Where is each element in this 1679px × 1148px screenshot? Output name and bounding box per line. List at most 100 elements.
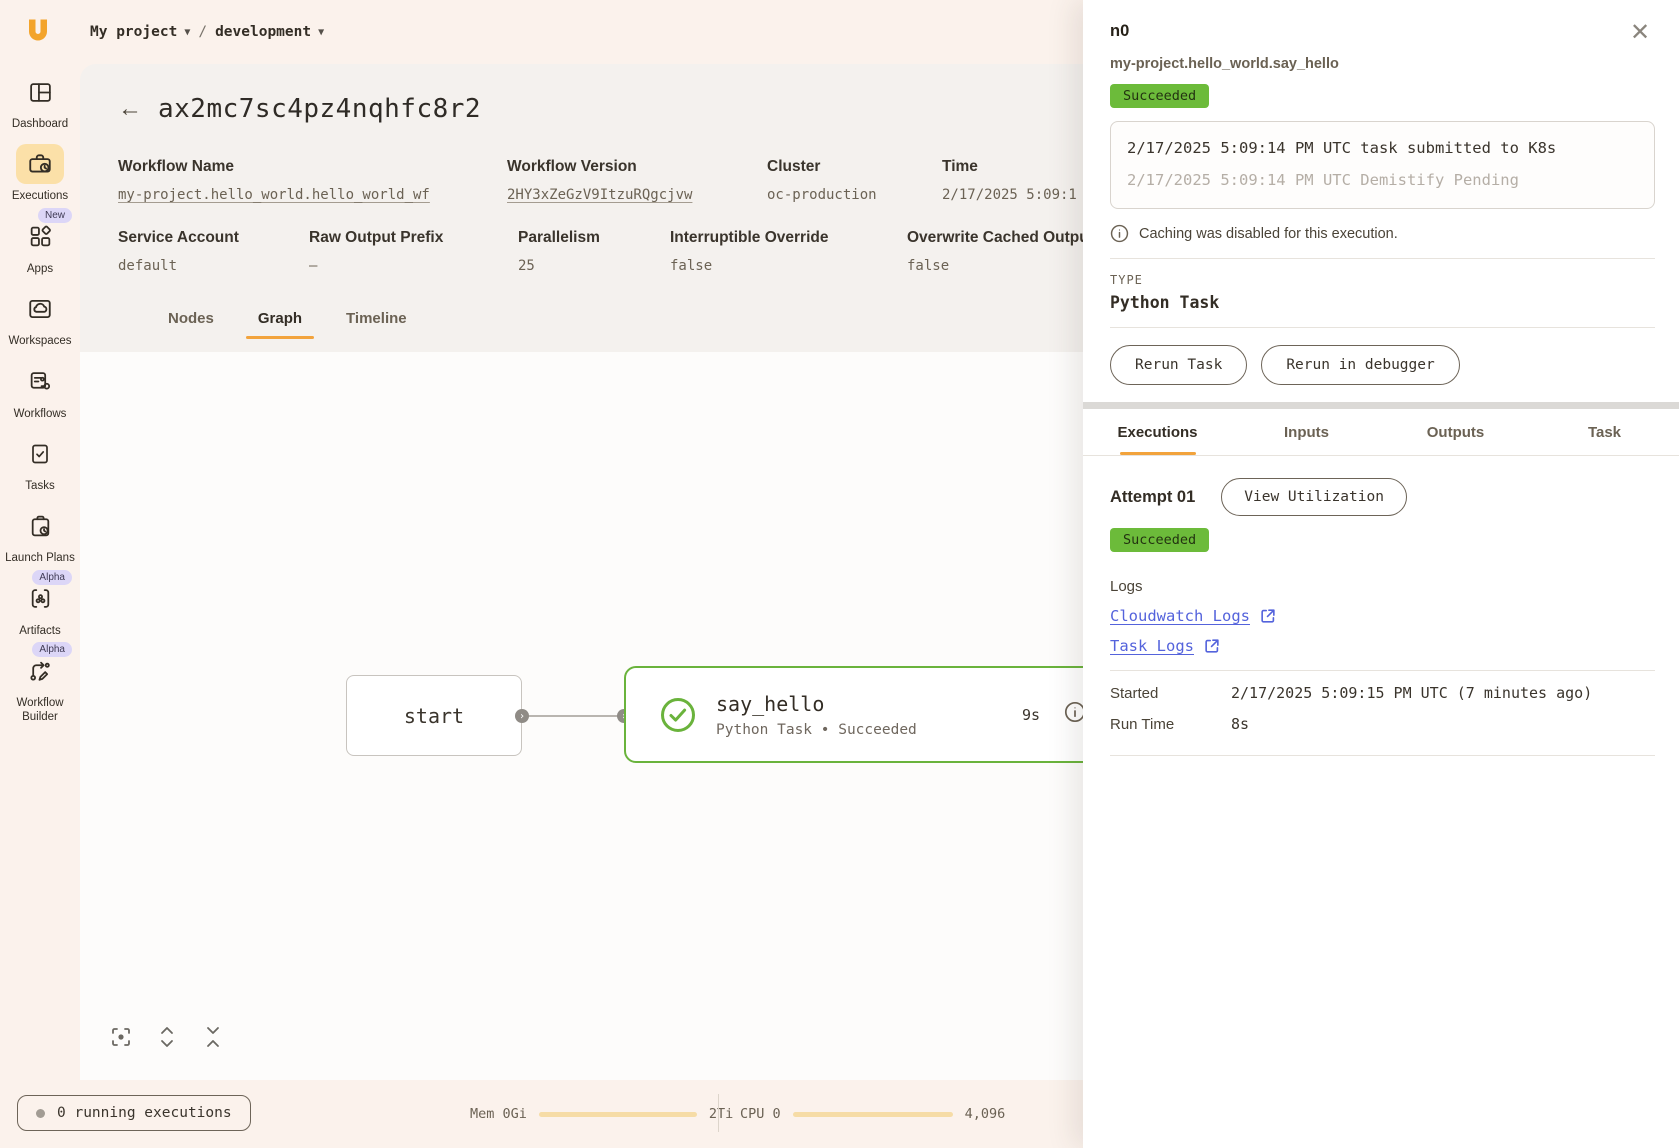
memory-gauge-label: Mem 0Gi — [470, 1106, 527, 1122]
task-node-title: say_hello — [716, 692, 917, 716]
apps-icon — [28, 224, 53, 249]
task-duration: 9s — [1022, 706, 1040, 724]
cloudwatch-logs-link[interactable]: Cloudwatch Logs — [1110, 607, 1655, 625]
workflow-builder-icon — [28, 659, 53, 684]
task-logs-link[interactable]: Task Logs — [1110, 637, 1655, 655]
cpu-gauge-max: 4,096 — [965, 1106, 1006, 1122]
tab-timeline[interactable]: Timeline — [324, 300, 429, 339]
workflows-icon — [28, 369, 53, 394]
union-logo-icon[interactable] — [22, 15, 54, 47]
info-icon — [1110, 224, 1129, 243]
sidebar-item-workflows[interactable]: Workflows — [0, 362, 80, 421]
tab-outputs[interactable]: Outputs — [1381, 409, 1530, 455]
memory-gauge-track — [539, 1112, 697, 1117]
started-row: Started 2/17/2025 5:09:15 PM UTC (7 minu… — [1110, 684, 1655, 702]
parallelism-value: 25 — [518, 258, 670, 274]
sidebar-item-executions[interactable]: Executions — [0, 144, 80, 203]
divider — [1110, 327, 1655, 328]
detail-label: Overwrite Cached Outputs — [907, 229, 1103, 247]
back-button[interactable]: ← — [118, 97, 142, 121]
graph-edge — [528, 715, 624, 717]
panel-resize-handle[interactable] — [1083, 402, 1679, 409]
cpu-gauge-label: CPU 0 — [740, 1106, 781, 1122]
success-check-icon — [660, 697, 696, 733]
rerun-in-debugger-button[interactable]: Rerun in debugger — [1261, 345, 1459, 385]
divider — [1110, 670, 1655, 671]
sidebar-item-workflow-builder[interactable]: Alpha Workflow Builder — [0, 651, 80, 725]
running-executions-pill[interactable]: 0 running executions — [17, 1095, 251, 1131]
detail-label: Workflow Name — [118, 158, 507, 176]
overwrite-cached-outputs-value: false — [907, 258, 1103, 274]
caching-info-text: Caching was disabled for this execution. — [1139, 226, 1398, 242]
detail-label: Cluster — [767, 158, 942, 176]
task-fqn-subtitle: my-project.hello_world.say_hello — [1110, 56, 1655, 72]
attempt-title: Attempt 01 — [1110, 488, 1195, 507]
sidebar-item-label: Launch Plans — [5, 551, 75, 565]
sidebar-item-apps[interactable]: New Apps — [0, 217, 80, 276]
run-time-label: Run Time — [1110, 716, 1231, 733]
memory-gauge-max: 2Ti — [709, 1106, 733, 1122]
tab-executions[interactable]: Executions — [1083, 409, 1232, 455]
cluster-value: oc-production — [767, 187, 942, 203]
cpu-gauge: CPU 0 4,096 — [740, 1106, 1005, 1122]
attempt-status-badge: Succeeded — [1110, 528, 1209, 552]
chevron-down-icon: ▼ — [318, 27, 324, 38]
detail-label: Workflow Version — [507, 158, 767, 176]
divider — [1110, 755, 1655, 756]
sidebar-item-dashboard[interactable]: Dashboard — [0, 72, 80, 131]
tab-task[interactable]: Task — [1530, 409, 1679, 455]
tab-inputs[interactable]: Inputs — [1232, 409, 1381, 455]
caching-info-row: Caching was disabled for this execution. — [1110, 224, 1655, 243]
graph-node-start[interactable]: start — [346, 675, 522, 756]
gauge-divider — [718, 1094, 719, 1132]
run-time-value: 8s — [1231, 715, 1249, 733]
chevron-down-icon: ▼ — [184, 27, 190, 38]
event-log-box: 2/17/2025 5:09:14 PM UTC task submitted … — [1110, 121, 1655, 209]
center-graph-button[interactable] — [108, 1024, 134, 1050]
sidebar-item-label: Dashboard — [12, 117, 68, 131]
tab-nodes[interactable]: Nodes — [146, 300, 236, 339]
tab-graph[interactable]: Graph — [236, 300, 324, 339]
service-account-value: default — [118, 258, 309, 274]
sidebar-item-artifacts[interactable]: Alpha Artifacts — [0, 579, 80, 638]
event-log-line: 2/17/2025 5:09:14 PM UTC Demistify Pendi… — [1127, 164, 1638, 196]
sidebar-item-label: Executions — [12, 189, 68, 203]
breadcrumb-project-dropdown[interactable]: My project ▼ — [90, 24, 190, 40]
detail-label: Interruptible Override — [670, 229, 907, 247]
launch-plans-icon — [28, 514, 53, 539]
interruptible-override-value: false — [670, 258, 907, 274]
sidebar-item-tasks[interactable]: Tasks — [0, 434, 80, 493]
node-detail-panel: ✕ n0 my-project.hello_world.say_hello Su… — [1083, 0, 1679, 1148]
sidebar-item-label: Apps — [27, 262, 53, 276]
view-utilization-button[interactable]: View Utilization — [1221, 478, 1407, 516]
artifacts-icon — [28, 586, 53, 611]
logs-section-label: Logs — [1110, 578, 1655, 595]
executions-icon — [27, 151, 53, 177]
cpu-gauge-track — [793, 1112, 953, 1117]
workspaces-icon — [27, 296, 53, 322]
external-link-icon — [1259, 607, 1277, 625]
breadcrumb-environment-dropdown[interactable]: development ▼ — [215, 24, 324, 40]
sidebar-nav: Dashboard Executions New Apps Workspaces — [0, 72, 80, 738]
log-link-label: Cloudwatch Logs — [1110, 607, 1250, 625]
task-node-subtitle: Python Task • Succeeded — [716, 722, 917, 738]
edge-connector-icon: › — [515, 709, 529, 723]
close-icon[interactable]: ✕ — [1627, 20, 1653, 46]
expand-vertical-button[interactable] — [154, 1024, 180, 1050]
graph-node-say-hello[interactable]: say_hello Python Task • Succeeded 9s — [624, 666, 1144, 763]
sidebar-item-launch-plans[interactable]: Launch Plans — [0, 506, 80, 565]
alpha-badge: Alpha — [32, 570, 72, 585]
collapse-vertical-button[interactable] — [200, 1024, 226, 1050]
type-label: TYPE — [1110, 273, 1655, 287]
external-link-icon — [1203, 637, 1221, 655]
rerun-task-button[interactable]: Rerun Task — [1110, 345, 1247, 385]
run-time-row: Run Time 8s — [1110, 715, 1655, 733]
tasks-icon — [28, 442, 52, 466]
breadcrumb-environment-label: development — [215, 24, 311, 40]
sidebar-item-workspaces[interactable]: Workspaces — [0, 289, 80, 348]
detail-label: Time — [942, 158, 1077, 176]
workflow-version-link[interactable]: 2HY3xZeGzV9ItzuRQgcjvw — [507, 187, 767, 203]
workflow-name-link[interactable]: my-project.hello_world.hello_world_wf — [118, 187, 507, 203]
sidebar-item-label: Workflows — [14, 407, 67, 421]
log-link-label: Task Logs — [1110, 637, 1194, 655]
